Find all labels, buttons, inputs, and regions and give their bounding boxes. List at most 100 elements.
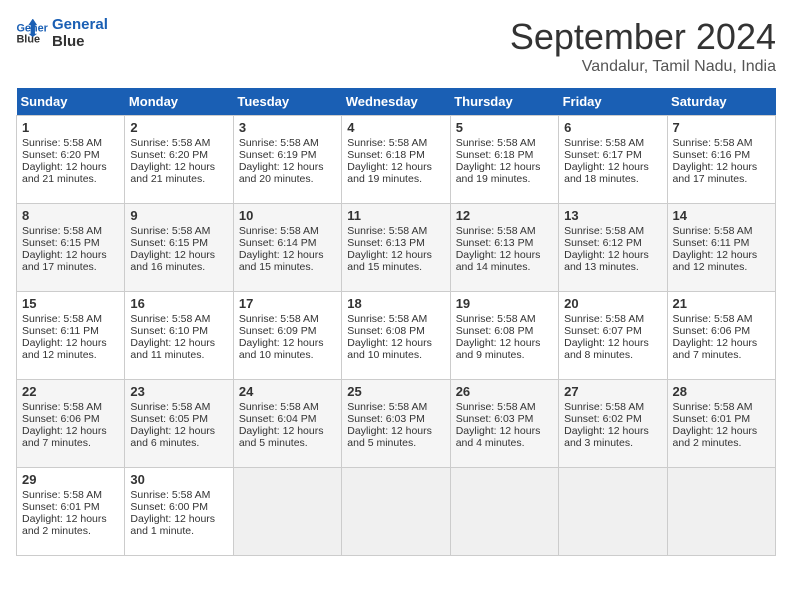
day-number: 15 xyxy=(22,296,119,311)
calendar-cell: 14 Sunrise: 5:58 AM Sunset: 6:11 PM Dayl… xyxy=(667,204,775,292)
sunset-text: Sunset: 6:06 PM xyxy=(673,325,751,337)
col-saturday: Saturday xyxy=(667,88,775,116)
daylight-text: Daylight: 12 hours and 19 minutes. xyxy=(347,161,432,185)
daylight-text: Daylight: 12 hours and 11 minutes. xyxy=(130,337,215,361)
sunrise-text: Sunrise: 5:58 AM xyxy=(22,225,102,237)
day-number: 20 xyxy=(564,296,661,311)
sunset-text: Sunset: 6:10 PM xyxy=(130,325,208,337)
sunrise-text: Sunrise: 5:58 AM xyxy=(22,401,102,413)
calendar-cell: 26 Sunrise: 5:58 AM Sunset: 6:03 PM Dayl… xyxy=(450,380,558,468)
calendar-cell: 8 Sunrise: 5:58 AM Sunset: 6:15 PM Dayli… xyxy=(17,204,125,292)
sunrise-text: Sunrise: 5:58 AM xyxy=(564,137,644,149)
calendar-cell: 17 Sunrise: 5:58 AM Sunset: 6:09 PM Dayl… xyxy=(233,292,341,380)
day-number: 28 xyxy=(673,384,770,399)
calendar-week-3: 15 Sunrise: 5:58 AM Sunset: 6:11 PM Dayl… xyxy=(17,292,776,380)
sunrise-text: Sunrise: 5:58 AM xyxy=(22,137,102,149)
calendar-week-4: 22 Sunrise: 5:58 AM Sunset: 6:06 PM Dayl… xyxy=(17,380,776,468)
sunrise-text: Sunrise: 5:58 AM xyxy=(347,401,427,413)
daylight-text: Daylight: 12 hours and 16 minutes. xyxy=(130,249,215,273)
daylight-text: Daylight: 12 hours and 15 minutes. xyxy=(239,249,324,273)
day-number: 23 xyxy=(130,384,227,399)
sunset-text: Sunset: 6:05 PM xyxy=(130,413,208,425)
calendar-cell: 6 Sunrise: 5:58 AM Sunset: 6:17 PM Dayli… xyxy=(559,116,667,204)
sunrise-text: Sunrise: 5:58 AM xyxy=(564,401,644,413)
day-number: 13 xyxy=(564,208,661,223)
page-header: General Blue General Blue September 2024… xyxy=(16,16,776,76)
sunrise-text: Sunrise: 5:58 AM xyxy=(673,401,753,413)
sunset-text: Sunset: 6:13 PM xyxy=(456,237,534,249)
calendar-cell: 15 Sunrise: 5:58 AM Sunset: 6:11 PM Dayl… xyxy=(17,292,125,380)
day-number: 14 xyxy=(673,208,770,223)
calendar-cell: 11 Sunrise: 5:58 AM Sunset: 6:13 PM Dayl… xyxy=(342,204,450,292)
sunrise-text: Sunrise: 5:58 AM xyxy=(239,225,319,237)
calendar-cell: 24 Sunrise: 5:58 AM Sunset: 6:04 PM Dayl… xyxy=(233,380,341,468)
day-number: 9 xyxy=(130,208,227,223)
col-sunday: Sunday xyxy=(17,88,125,116)
calendar-cell: 29 Sunrise: 5:58 AM Sunset: 6:01 PM Dayl… xyxy=(17,468,125,556)
calendar-cell: 23 Sunrise: 5:58 AM Sunset: 6:05 PM Dayl… xyxy=(125,380,233,468)
calendar-cell: 16 Sunrise: 5:58 AM Sunset: 6:10 PM Dayl… xyxy=(125,292,233,380)
daylight-text: Daylight: 12 hours and 10 minutes. xyxy=(239,337,324,361)
day-number: 26 xyxy=(456,384,553,399)
daylight-text: Daylight: 12 hours and 3 minutes. xyxy=(564,425,649,449)
sunrise-text: Sunrise: 5:58 AM xyxy=(130,313,210,325)
sunset-text: Sunset: 6:14 PM xyxy=(239,237,317,249)
day-number: 6 xyxy=(564,120,661,135)
sunrise-text: Sunrise: 5:58 AM xyxy=(564,313,644,325)
daylight-text: Daylight: 12 hours and 19 minutes. xyxy=(456,161,541,185)
calendar-cell: 10 Sunrise: 5:58 AM Sunset: 6:14 PM Dayl… xyxy=(233,204,341,292)
calendar-cell: 1 Sunrise: 5:58 AM Sunset: 6:20 PM Dayli… xyxy=(17,116,125,204)
sunset-text: Sunset: 6:15 PM xyxy=(130,237,208,249)
daylight-text: Daylight: 12 hours and 13 minutes. xyxy=(564,249,649,273)
day-number: 10 xyxy=(239,208,336,223)
sunrise-text: Sunrise: 5:58 AM xyxy=(130,225,210,237)
daylight-text: Daylight: 12 hours and 5 minutes. xyxy=(239,425,324,449)
col-thursday: Thursday xyxy=(450,88,558,116)
calendar-cell: 27 Sunrise: 5:58 AM Sunset: 6:02 PM Dayl… xyxy=(559,380,667,468)
day-number: 29 xyxy=(22,472,119,487)
daylight-text: Daylight: 12 hours and 2 minutes. xyxy=(673,425,758,449)
calendar-cell: 22 Sunrise: 5:58 AM Sunset: 6:06 PM Dayl… xyxy=(17,380,125,468)
sunset-text: Sunset: 6:01 PM xyxy=(673,413,751,425)
calendar-cell: 9 Sunrise: 5:58 AM Sunset: 6:15 PM Dayli… xyxy=(125,204,233,292)
sunset-text: Sunset: 6:19 PM xyxy=(239,149,317,161)
sunrise-text: Sunrise: 5:58 AM xyxy=(347,225,427,237)
sunrise-text: Sunrise: 5:58 AM xyxy=(673,313,753,325)
sunset-text: Sunset: 6:18 PM xyxy=(347,149,425,161)
day-number: 21 xyxy=(673,296,770,311)
col-tuesday: Tuesday xyxy=(233,88,341,116)
sunrise-text: Sunrise: 5:58 AM xyxy=(456,313,536,325)
day-number: 12 xyxy=(456,208,553,223)
sunrise-text: Sunrise: 5:58 AM xyxy=(22,313,102,325)
svg-text:Blue: Blue xyxy=(16,33,40,45)
sunset-text: Sunset: 6:15 PM xyxy=(22,237,100,249)
day-number: 2 xyxy=(130,120,227,135)
day-number: 24 xyxy=(239,384,336,399)
daylight-text: Daylight: 12 hours and 6 minutes. xyxy=(130,425,215,449)
daylight-text: Daylight: 12 hours and 4 minutes. xyxy=(456,425,541,449)
col-monday: Monday xyxy=(125,88,233,116)
daylight-text: Daylight: 12 hours and 20 minutes. xyxy=(239,161,324,185)
sunrise-text: Sunrise: 5:58 AM xyxy=(564,225,644,237)
title-block: September 2024 Vandalur, Tamil Nadu, Ind… xyxy=(510,16,776,76)
sunrise-text: Sunrise: 5:58 AM xyxy=(239,313,319,325)
sunrise-text: Sunrise: 5:58 AM xyxy=(130,137,210,149)
sunrise-text: Sunrise: 5:58 AM xyxy=(456,225,536,237)
calendar-cell: 5 Sunrise: 5:58 AM Sunset: 6:18 PM Dayli… xyxy=(450,116,558,204)
day-number: 16 xyxy=(130,296,227,311)
day-number: 11 xyxy=(347,208,444,223)
day-number: 17 xyxy=(239,296,336,311)
daylight-text: Daylight: 12 hours and 12 minutes. xyxy=(22,337,107,361)
sunset-text: Sunset: 6:16 PM xyxy=(673,149,751,161)
calendar-cell xyxy=(559,468,667,556)
day-number: 5 xyxy=(456,120,553,135)
calendar-cell xyxy=(233,468,341,556)
calendar-cell: 20 Sunrise: 5:58 AM Sunset: 6:07 PM Dayl… xyxy=(559,292,667,380)
sunset-text: Sunset: 6:00 PM xyxy=(130,501,208,513)
daylight-text: Daylight: 12 hours and 21 minutes. xyxy=(130,161,215,185)
sunset-text: Sunset: 6:09 PM xyxy=(239,325,317,337)
sunset-text: Sunset: 6:07 PM xyxy=(564,325,642,337)
sunrise-text: Sunrise: 5:58 AM xyxy=(22,489,102,501)
day-number: 27 xyxy=(564,384,661,399)
calendar-cell: 7 Sunrise: 5:58 AM Sunset: 6:16 PM Dayli… xyxy=(667,116,775,204)
